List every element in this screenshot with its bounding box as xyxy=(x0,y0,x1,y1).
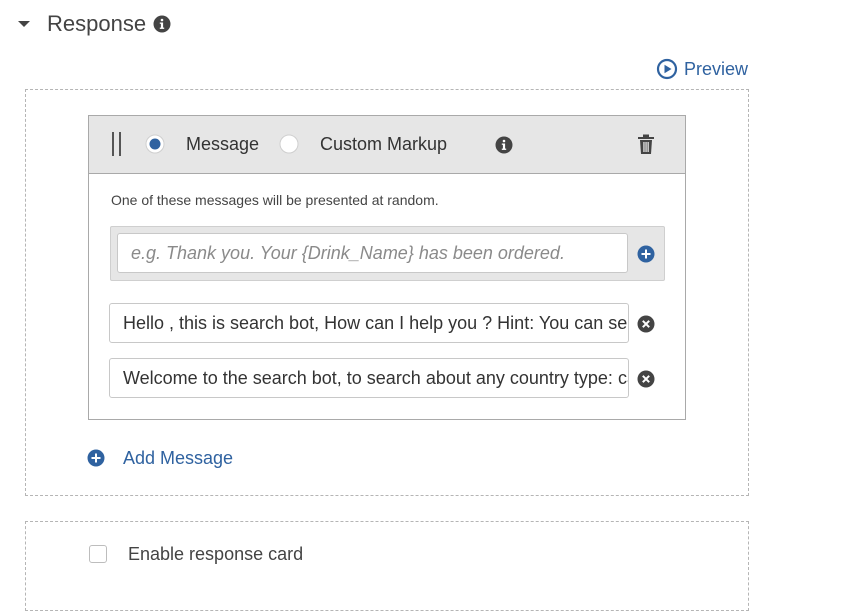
new-message-row xyxy=(110,226,665,281)
play-circle-icon xyxy=(656,58,678,80)
preview-link[interactable]: Preview xyxy=(656,56,748,82)
drag-handle-icon[interactable] xyxy=(110,132,124,156)
radio-custom-markup-label: Custom Markup xyxy=(320,134,448,154)
plus-circle-icon[interactable] xyxy=(637,245,655,263)
info-icon xyxy=(495,136,513,154)
info-icon xyxy=(153,15,171,33)
enable-response-card-checkbox[interactable] xyxy=(89,545,107,563)
plus-circle-icon xyxy=(87,449,105,467)
close-circle-icon[interactable] xyxy=(637,370,655,388)
enable-response-card-label: Enable response card xyxy=(128,544,304,564)
message-panel: Message Custom Markup One of these messa… xyxy=(88,115,686,420)
panel-header: Message Custom Markup xyxy=(89,116,685,174)
radio-message[interactable] xyxy=(145,134,165,154)
caret-down-icon[interactable] xyxy=(14,14,34,34)
close-circle-icon[interactable] xyxy=(637,315,655,333)
message-field[interactable]: Welcome to the search bot, to search abo… xyxy=(109,358,629,398)
trash-icon[interactable] xyxy=(637,134,655,155)
preview-label: Preview xyxy=(684,58,749,79)
radio-custom-markup[interactable] xyxy=(279,134,299,154)
radio-message-label: Message xyxy=(186,134,260,154)
response-card-group xyxy=(25,521,749,611)
add-message-label: Add Message xyxy=(123,447,234,468)
random-note: One of these messages will be presented … xyxy=(111,192,439,208)
message-field[interactable]: Hello , this is search bot, How can I he… xyxy=(109,303,629,343)
add-message-button[interactable]: Add Message xyxy=(87,446,233,470)
section-title: Response xyxy=(47,11,147,36)
new-message-input[interactable] xyxy=(117,233,628,273)
